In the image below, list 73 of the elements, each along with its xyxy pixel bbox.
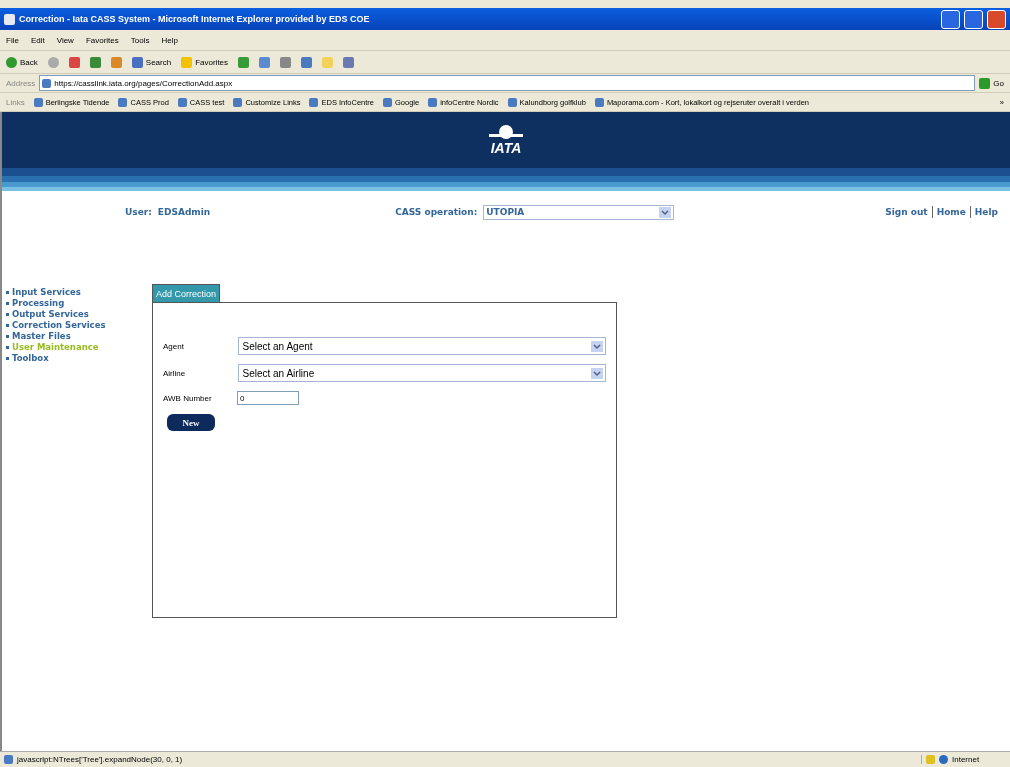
window-title: Correction - Iata CASS System - Microsoft Internet Explorer provided by EDS COE: [19, 14, 371, 24]
menu-item[interactable]: Favorites: [85, 35, 119, 45]
menu-item[interactable]: Tools: [130, 35, 150, 45]
page-icon: [118, 97, 128, 107]
toolbar-icon[interactable]: [89, 56, 101, 68]
sidebar-item[interactable]: Processing: [6, 298, 146, 309]
go-button[interactable]: Go: [979, 77, 1004, 89]
bullet-icon: [6, 324, 9, 327]
nav-link[interactable]: Home: [936, 207, 966, 217]
sidebar-item[interactable]: Input Services: [6, 287, 146, 298]
operation-label: CASS operation:: [395, 207, 478, 217]
input-field[interactable]: 0: [237, 391, 299, 405]
toolbar-icon[interactable]: [280, 56, 292, 68]
address-field[interactable]: https://casslink.iata.org/pages/CorrectionAdd.aspx: [39, 75, 976, 91]
toolbar-icon: [131, 56, 143, 68]
page-icon: [428, 97, 438, 107]
address-label: Address: [6, 78, 36, 88]
toolbar-icon[interactable]: [68, 56, 80, 68]
new-button[interactable]: New: [167, 414, 215, 431]
caret-icon: [659, 206, 672, 218]
user-label: User:: [125, 207, 152, 217]
window-icon: [4, 13, 15, 25]
menu-item[interactable]: Edit: [30, 35, 45, 45]
links-label: Links: [6, 97, 25, 107]
toolbar-icon[interactable]: [343, 56, 355, 68]
toolbar-icon[interactable]: [301, 56, 313, 68]
nav-link[interactable]: Help: [974, 207, 998, 217]
toolbar-icon[interactable]: [238, 56, 250, 68]
zone-text: Internet: [952, 755, 980, 764]
menu-item[interactable]: File: [6, 35, 19, 45]
bullet-icon: [6, 335, 9, 338]
operation-select[interactable]: UTOPIA: [483, 204, 675, 220]
status-text: javascript:NTrees['Tree'].expandNode(30, 0, 1): [17, 755, 183, 764]
page-icon: [383, 97, 392, 107]
toolbar-button[interactable]: Favorites: [181, 56, 229, 68]
page-icon: [507, 97, 517, 107]
toolbar-icon: [181, 56, 193, 68]
page-icon: [4, 755, 13, 764]
field-label: Agent: [163, 341, 185, 351]
toolbar-icon[interactable]: [110, 56, 122, 68]
caret-icon: [591, 367, 603, 379]
nav-link[interactable]: Sign out: [885, 207, 928, 217]
dropdown-field[interactable]: Select an Airline: [238, 364, 606, 382]
page-icon: [309, 97, 319, 107]
sidebar-item[interactable]: Output Services: [6, 309, 146, 320]
maximize-button[interactable]: [964, 9, 983, 29]
toolbar-button[interactable]: Back: [6, 56, 38, 68]
bullet-icon: [6, 357, 9, 360]
iata-logo: IATA: [489, 124, 523, 156]
globe-icon: [939, 755, 948, 764]
toolbar-button[interactable]: Search: [131, 56, 172, 68]
caret-icon: [591, 340, 603, 352]
bullet-icon: [6, 291, 9, 294]
dropdown-field[interactable]: Select an Agent: [238, 337, 606, 355]
page-icon: [233, 97, 243, 107]
user-name: EDSAdmin: [157, 207, 211, 217]
sidebar-item[interactable]: Master Files: [6, 331, 146, 342]
page-icon: [594, 97, 604, 107]
bullet-icon: [6, 313, 9, 316]
menu-item[interactable]: View: [56, 35, 74, 45]
field-label: AWB Number: [163, 393, 213, 403]
close-button[interactable]: [987, 9, 1006, 29]
page-icon: [177, 97, 187, 107]
menu-item[interactable]: Help: [161, 35, 178, 45]
sidebar-item[interactable]: Toolbox: [6, 353, 146, 364]
toolbar-icon[interactable]: [47, 56, 59, 68]
bullet-icon: [6, 346, 9, 349]
toolbar-icon: [6, 56, 17, 68]
sidebar-item[interactable]: Correction Services: [6, 320, 146, 331]
bullet-icon: [6, 302, 9, 305]
toolbar-icon[interactable]: [259, 56, 271, 68]
field-label: Airline: [163, 368, 187, 378]
minimize-button[interactable]: [941, 9, 960, 29]
